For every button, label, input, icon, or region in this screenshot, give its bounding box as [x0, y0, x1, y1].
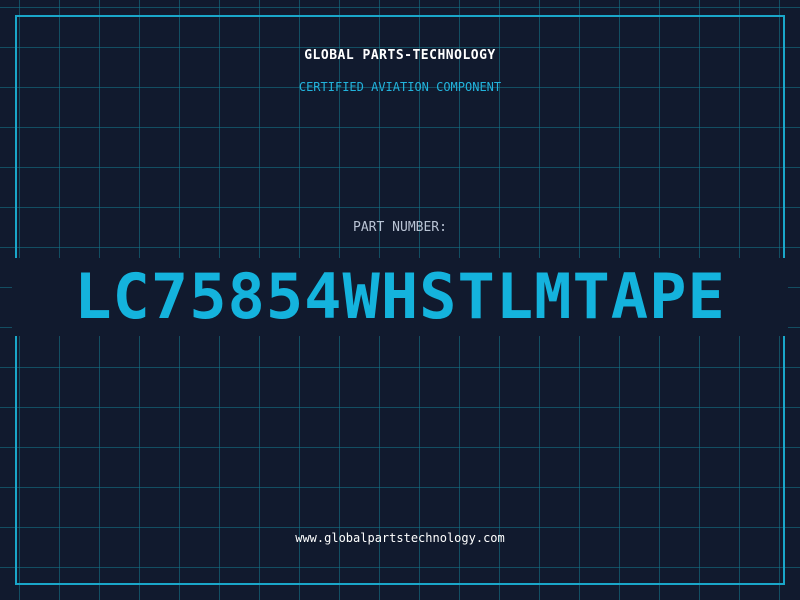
part-number-label: PART NUMBER:	[353, 220, 447, 235]
tagline: CERTIFIED AVIATION COMPONENT	[298, 80, 502, 94]
website-link[interactable]: www.globalpartstechnology.com	[0, 531, 800, 545]
brand-title: GLOBAL PARTS-TECHNOLOGY	[304, 48, 496, 63]
part-number-value: LC75854WHSTLMTAPE	[74, 260, 726, 333]
